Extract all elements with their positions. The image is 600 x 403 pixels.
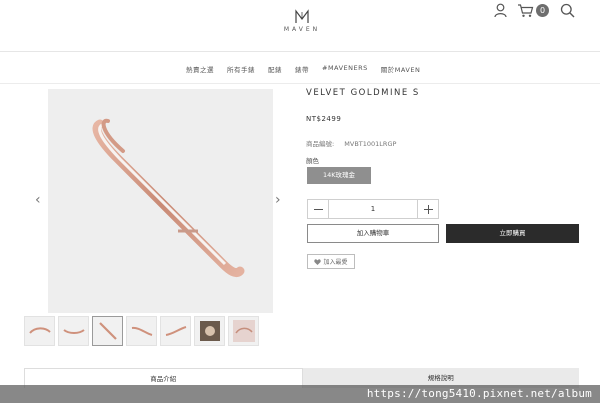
nav-item-watches[interactable]: 所有手錶 xyxy=(227,64,255,74)
user-icon[interactable] xyxy=(494,3,507,18)
watermark-text: https://tong5410.pixnet.net/album xyxy=(366,387,592,400)
search-icon[interactable] xyxy=(560,3,575,18)
add-favorite-button[interactable]: 加入最愛 xyxy=(307,254,355,269)
sku-label: 商品編號: xyxy=(306,140,335,148)
product-title: VELVET GOLDMINE S xyxy=(306,88,420,98)
thumbnail[interactable] xyxy=(228,316,259,346)
nav-item-straps[interactable]: 錶帶 xyxy=(295,64,309,74)
product-price: NT$2499 xyxy=(306,115,342,123)
color-label: 顏色 xyxy=(306,157,319,165)
thumbnail[interactable] xyxy=(58,316,89,346)
plus-icon[interactable] xyxy=(417,200,438,218)
minus-icon[interactable] xyxy=(308,200,329,218)
cart-count-badge: 0 xyxy=(536,4,549,17)
thumbnail[interactable] xyxy=(160,316,191,346)
thumbnail[interactable] xyxy=(126,316,157,346)
bangle-image-icon xyxy=(92,118,245,278)
quantity-stepper: 1 xyxy=(307,199,439,219)
heart-icon xyxy=(314,258,322,265)
brand-name: MAVEN xyxy=(283,26,321,33)
thumbnail-lifestyle[interactable] xyxy=(194,316,225,346)
add-to-cart-button[interactable]: 加入購物車 xyxy=(307,224,439,243)
nav-item-accessories[interactable]: 配錶 xyxy=(268,64,282,74)
buy-now-button[interactable]: 立即購買 xyxy=(446,224,579,243)
cart-icon[interactable] xyxy=(517,3,534,18)
quantity-input[interactable]: 1 xyxy=(329,200,417,218)
nav-item-bestsellers[interactable]: 熱賣之選 xyxy=(186,64,214,74)
site-header: MAVEN 0 xyxy=(0,0,600,52)
favorite-label: 加入最愛 xyxy=(323,259,348,266)
main-nav: 熱賣之選 所有手錶 配錶 錶帶 #MAVENERS 關於MAVEN xyxy=(0,52,600,84)
brand-logo[interactable]: MAVEN xyxy=(282,9,322,33)
sku-row: 商品編號: MVBT1001LRGP xyxy=(306,138,404,148)
maven-logo-icon xyxy=(295,9,309,23)
nav-item-maveners[interactable]: #MAVENERS xyxy=(322,64,368,74)
watermark-bar: https://tong5410.pixnet.net/album xyxy=(0,385,600,403)
thumbnail-active[interactable] xyxy=(92,316,123,346)
thumbnail[interactable] xyxy=(24,316,55,346)
sku-value: MVBT1001LRGP xyxy=(344,140,397,148)
product-main-image xyxy=(48,89,273,313)
gallery-next-arrow-icon[interactable]: › xyxy=(275,192,281,208)
gallery-prev-arrow-icon[interactable]: ‹ xyxy=(35,192,41,208)
color-option-button[interactable]: 14K玫瑰金 xyxy=(307,167,371,184)
thumbnail-strip xyxy=(24,316,259,346)
nav-item-about[interactable]: 關於MAVEN xyxy=(381,64,421,74)
